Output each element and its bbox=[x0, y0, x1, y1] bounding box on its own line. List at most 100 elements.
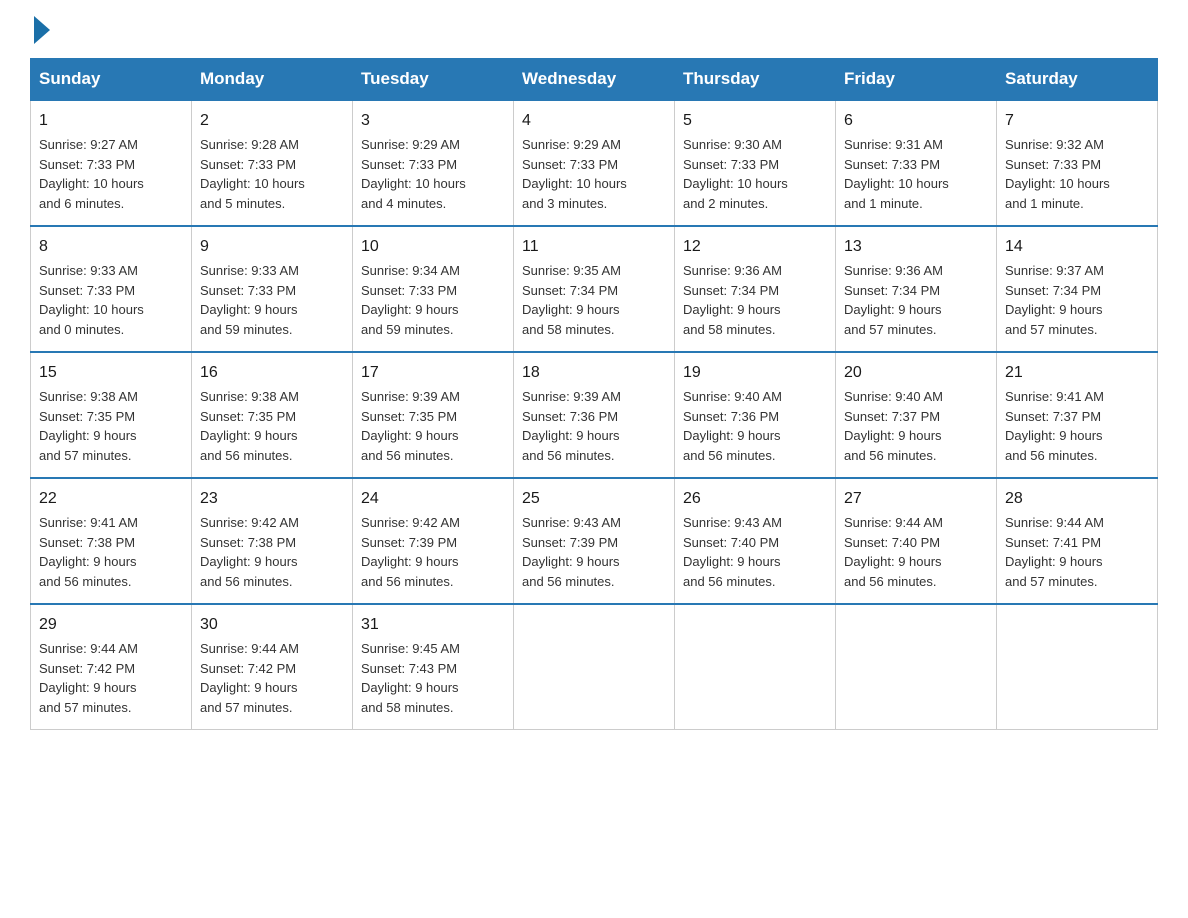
day-info: Sunrise: 9:37 AM Sunset: 7:34 PM Dayligh… bbox=[1005, 261, 1149, 339]
calendar-cell: 29Sunrise: 9:44 AM Sunset: 7:42 PM Dayli… bbox=[31, 604, 192, 730]
calendar-cell: 1Sunrise: 9:27 AM Sunset: 7:33 PM Daylig… bbox=[31, 100, 192, 226]
calendar-week-5: 29Sunrise: 9:44 AM Sunset: 7:42 PM Dayli… bbox=[31, 604, 1158, 730]
calendar-cell: 5Sunrise: 9:30 AM Sunset: 7:33 PM Daylig… bbox=[675, 100, 836, 226]
day-number: 26 bbox=[683, 487, 827, 511]
day-number: 25 bbox=[522, 487, 666, 511]
day-info: Sunrise: 9:44 AM Sunset: 7:40 PM Dayligh… bbox=[844, 513, 988, 591]
day-info: Sunrise: 9:33 AM Sunset: 7:33 PM Dayligh… bbox=[200, 261, 344, 339]
calendar-cell: 16Sunrise: 9:38 AM Sunset: 7:35 PM Dayli… bbox=[192, 352, 353, 478]
day-number: 16 bbox=[200, 361, 344, 385]
calendar-cell: 7Sunrise: 9:32 AM Sunset: 7:33 PM Daylig… bbox=[997, 100, 1158, 226]
calendar-cell: 26Sunrise: 9:43 AM Sunset: 7:40 PM Dayli… bbox=[675, 478, 836, 604]
calendar-cell: 27Sunrise: 9:44 AM Sunset: 7:40 PM Dayli… bbox=[836, 478, 997, 604]
day-number: 3 bbox=[361, 109, 505, 133]
day-number: 7 bbox=[1005, 109, 1149, 133]
calendar-body: 1Sunrise: 9:27 AM Sunset: 7:33 PM Daylig… bbox=[31, 100, 1158, 730]
day-info: Sunrise: 9:33 AM Sunset: 7:33 PM Dayligh… bbox=[39, 261, 183, 339]
calendar-cell: 13Sunrise: 9:36 AM Sunset: 7:34 PM Dayli… bbox=[836, 226, 997, 352]
day-number: 19 bbox=[683, 361, 827, 385]
day-info: Sunrise: 9:41 AM Sunset: 7:38 PM Dayligh… bbox=[39, 513, 183, 591]
day-number: 13 bbox=[844, 235, 988, 259]
header-cell-saturday: Saturday bbox=[997, 59, 1158, 101]
day-info: Sunrise: 9:35 AM Sunset: 7:34 PM Dayligh… bbox=[522, 261, 666, 339]
calendar-cell: 31Sunrise: 9:45 AM Sunset: 7:43 PM Dayli… bbox=[353, 604, 514, 730]
logo bbox=[30, 20, 50, 38]
day-info: Sunrise: 9:44 AM Sunset: 7:42 PM Dayligh… bbox=[39, 639, 183, 717]
day-info: Sunrise: 9:41 AM Sunset: 7:37 PM Dayligh… bbox=[1005, 387, 1149, 465]
calendar-cell bbox=[836, 604, 997, 730]
calendar-cell: 2Sunrise: 9:28 AM Sunset: 7:33 PM Daylig… bbox=[192, 100, 353, 226]
header-cell-sunday: Sunday bbox=[31, 59, 192, 101]
calendar-week-2: 8Sunrise: 9:33 AM Sunset: 7:33 PM Daylig… bbox=[31, 226, 1158, 352]
header-cell-thursday: Thursday bbox=[675, 59, 836, 101]
day-info: Sunrise: 9:42 AM Sunset: 7:39 PM Dayligh… bbox=[361, 513, 505, 591]
calendar-cell: 28Sunrise: 9:44 AM Sunset: 7:41 PM Dayli… bbox=[997, 478, 1158, 604]
day-info: Sunrise: 9:27 AM Sunset: 7:33 PM Dayligh… bbox=[39, 135, 183, 213]
header-cell-tuesday: Tuesday bbox=[353, 59, 514, 101]
day-number: 20 bbox=[844, 361, 988, 385]
calendar-cell: 14Sunrise: 9:37 AM Sunset: 7:34 PM Dayli… bbox=[997, 226, 1158, 352]
calendar-cell: 18Sunrise: 9:39 AM Sunset: 7:36 PM Dayli… bbox=[514, 352, 675, 478]
day-number: 2 bbox=[200, 109, 344, 133]
day-info: Sunrise: 9:38 AM Sunset: 7:35 PM Dayligh… bbox=[39, 387, 183, 465]
calendar-week-4: 22Sunrise: 9:41 AM Sunset: 7:38 PM Dayli… bbox=[31, 478, 1158, 604]
header-row: SundayMondayTuesdayWednesdayThursdayFrid… bbox=[31, 59, 1158, 101]
logo-arrow-icon bbox=[34, 16, 50, 44]
day-number: 30 bbox=[200, 613, 344, 637]
calendar-cell: 20Sunrise: 9:40 AM Sunset: 7:37 PM Dayli… bbox=[836, 352, 997, 478]
day-number: 9 bbox=[200, 235, 344, 259]
calendar-header: SundayMondayTuesdayWednesdayThursdayFrid… bbox=[31, 59, 1158, 101]
day-info: Sunrise: 9:39 AM Sunset: 7:35 PM Dayligh… bbox=[361, 387, 505, 465]
day-number: 21 bbox=[1005, 361, 1149, 385]
calendar-cell: 11Sunrise: 9:35 AM Sunset: 7:34 PM Dayli… bbox=[514, 226, 675, 352]
day-info: Sunrise: 9:36 AM Sunset: 7:34 PM Dayligh… bbox=[683, 261, 827, 339]
day-info: Sunrise: 9:45 AM Sunset: 7:43 PM Dayligh… bbox=[361, 639, 505, 717]
calendar-cell: 24Sunrise: 9:42 AM Sunset: 7:39 PM Dayli… bbox=[353, 478, 514, 604]
day-info: Sunrise: 9:29 AM Sunset: 7:33 PM Dayligh… bbox=[361, 135, 505, 213]
calendar-week-1: 1Sunrise: 9:27 AM Sunset: 7:33 PM Daylig… bbox=[31, 100, 1158, 226]
calendar-cell: 17Sunrise: 9:39 AM Sunset: 7:35 PM Dayli… bbox=[353, 352, 514, 478]
calendar-cell: 9Sunrise: 9:33 AM Sunset: 7:33 PM Daylig… bbox=[192, 226, 353, 352]
header-cell-wednesday: Wednesday bbox=[514, 59, 675, 101]
day-info: Sunrise: 9:32 AM Sunset: 7:33 PM Dayligh… bbox=[1005, 135, 1149, 213]
calendar-cell: 4Sunrise: 9:29 AM Sunset: 7:33 PM Daylig… bbox=[514, 100, 675, 226]
day-info: Sunrise: 9:44 AM Sunset: 7:41 PM Dayligh… bbox=[1005, 513, 1149, 591]
day-number: 15 bbox=[39, 361, 183, 385]
day-number: 11 bbox=[522, 235, 666, 259]
day-info: Sunrise: 9:40 AM Sunset: 7:37 PM Dayligh… bbox=[844, 387, 988, 465]
day-info: Sunrise: 9:36 AM Sunset: 7:34 PM Dayligh… bbox=[844, 261, 988, 339]
day-number: 31 bbox=[361, 613, 505, 637]
day-info: Sunrise: 9:30 AM Sunset: 7:33 PM Dayligh… bbox=[683, 135, 827, 213]
day-number: 10 bbox=[361, 235, 505, 259]
day-number: 4 bbox=[522, 109, 666, 133]
day-info: Sunrise: 9:39 AM Sunset: 7:36 PM Dayligh… bbox=[522, 387, 666, 465]
day-info: Sunrise: 9:43 AM Sunset: 7:40 PM Dayligh… bbox=[683, 513, 827, 591]
day-number: 22 bbox=[39, 487, 183, 511]
day-number: 27 bbox=[844, 487, 988, 511]
calendar-cell: 10Sunrise: 9:34 AM Sunset: 7:33 PM Dayli… bbox=[353, 226, 514, 352]
calendar-cell: 3Sunrise: 9:29 AM Sunset: 7:33 PM Daylig… bbox=[353, 100, 514, 226]
calendar-cell: 30Sunrise: 9:44 AM Sunset: 7:42 PM Dayli… bbox=[192, 604, 353, 730]
calendar-cell: 21Sunrise: 9:41 AM Sunset: 7:37 PM Dayli… bbox=[997, 352, 1158, 478]
header-cell-monday: Monday bbox=[192, 59, 353, 101]
day-info: Sunrise: 9:28 AM Sunset: 7:33 PM Dayligh… bbox=[200, 135, 344, 213]
day-number: 12 bbox=[683, 235, 827, 259]
calendar-table: SundayMondayTuesdayWednesdayThursdayFrid… bbox=[30, 58, 1158, 730]
day-number: 18 bbox=[522, 361, 666, 385]
day-number: 1 bbox=[39, 109, 183, 133]
day-info: Sunrise: 9:40 AM Sunset: 7:36 PM Dayligh… bbox=[683, 387, 827, 465]
calendar-cell: 22Sunrise: 9:41 AM Sunset: 7:38 PM Dayli… bbox=[31, 478, 192, 604]
day-info: Sunrise: 9:44 AM Sunset: 7:42 PM Dayligh… bbox=[200, 639, 344, 717]
day-number: 23 bbox=[200, 487, 344, 511]
header-cell-friday: Friday bbox=[836, 59, 997, 101]
day-info: Sunrise: 9:34 AM Sunset: 7:33 PM Dayligh… bbox=[361, 261, 505, 339]
calendar-cell: 25Sunrise: 9:43 AM Sunset: 7:39 PM Dayli… bbox=[514, 478, 675, 604]
day-number: 29 bbox=[39, 613, 183, 637]
calendar-cell bbox=[675, 604, 836, 730]
day-number: 17 bbox=[361, 361, 505, 385]
day-number: 24 bbox=[361, 487, 505, 511]
day-info: Sunrise: 9:38 AM Sunset: 7:35 PM Dayligh… bbox=[200, 387, 344, 465]
calendar-cell: 19Sunrise: 9:40 AM Sunset: 7:36 PM Dayli… bbox=[675, 352, 836, 478]
calendar-cell: 15Sunrise: 9:38 AM Sunset: 7:35 PM Dayli… bbox=[31, 352, 192, 478]
day-number: 5 bbox=[683, 109, 827, 133]
